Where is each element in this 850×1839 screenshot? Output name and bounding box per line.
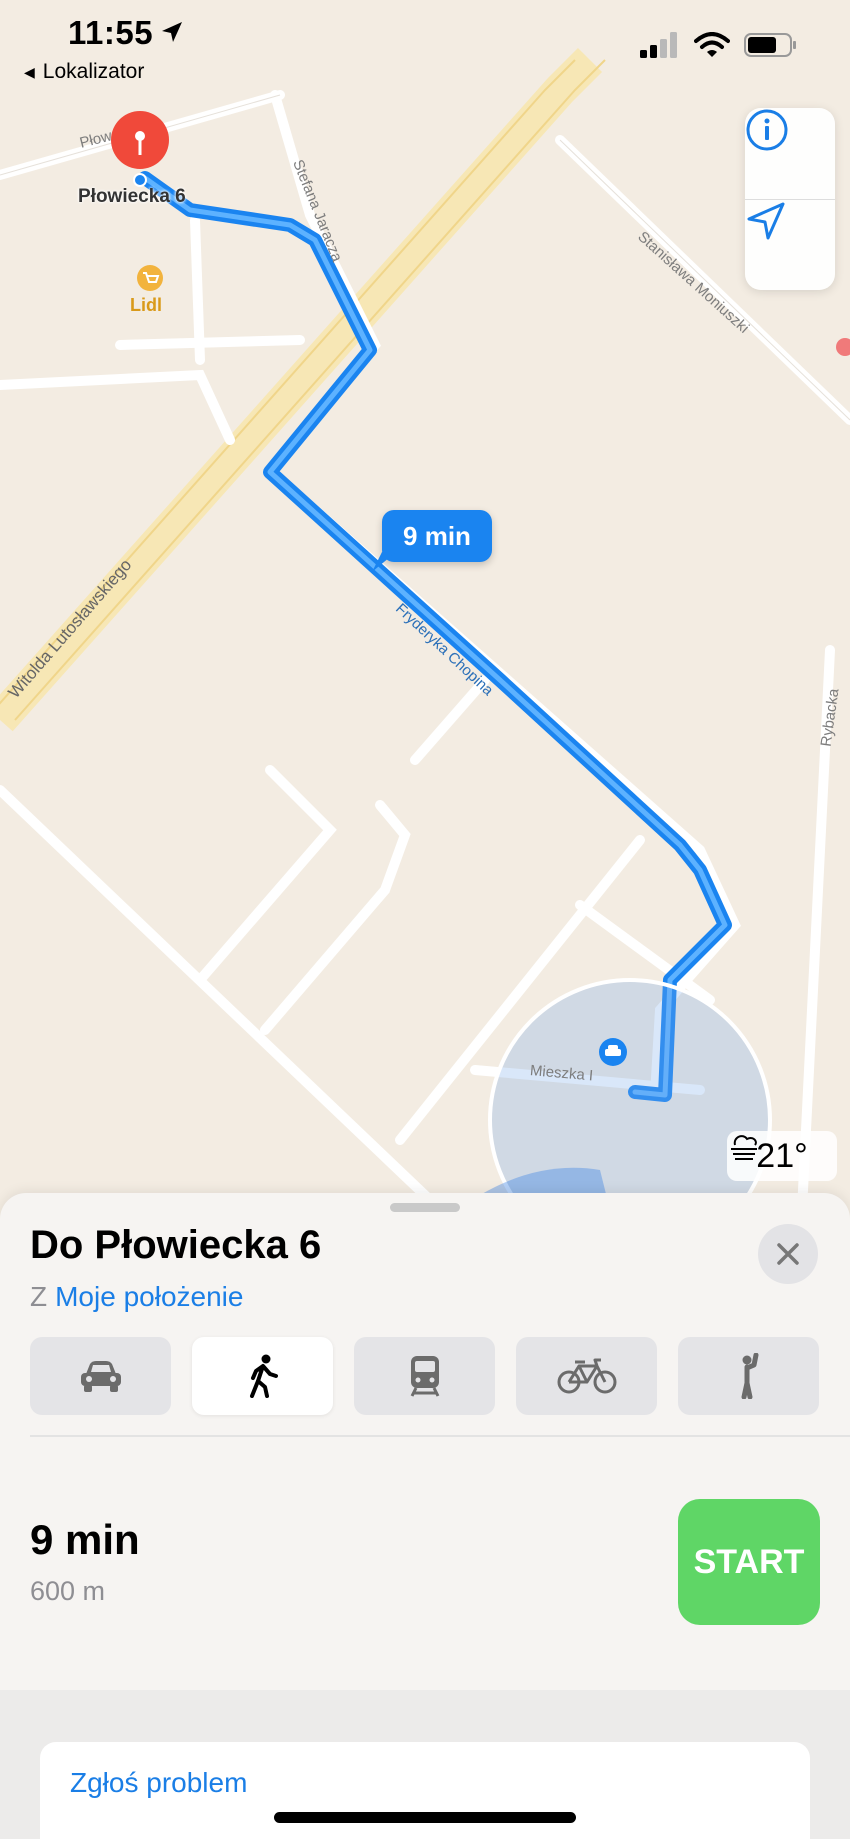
destination-label[interactable]: Płowiecka 6 xyxy=(78,186,186,208)
sheet-grabber[interactable] xyxy=(390,1203,460,1212)
cellular-signal-icon xyxy=(640,32,677,58)
home-indicator[interactable] xyxy=(274,1812,576,1823)
close-icon xyxy=(777,1243,799,1265)
report-problem-card[interactable]: Zgłoś problem xyxy=(40,1742,810,1839)
mode-bike-button[interactable] xyxy=(516,1337,657,1415)
car-poi-icon xyxy=(599,1038,627,1066)
route-duration: 9 min xyxy=(30,1516,140,1563)
back-app-label: Lokalizator xyxy=(42,60,145,83)
map-view[interactable]: Płow Stefana Jaracza Stanisława Moniuszk… xyxy=(0,0,850,1250)
info-icon xyxy=(746,109,788,151)
origin-line: Z Moje położenie xyxy=(30,1281,243,1313)
weather-widget: 21° xyxy=(727,1131,837,1181)
status-time: 11:55 xyxy=(68,14,154,51)
mode-car-button[interactable] xyxy=(30,1337,171,1415)
status-bar: 11:55 ◀ Lokalizator xyxy=(0,0,850,92)
route-distance: 600 m xyxy=(30,1576,106,1606)
poi-label[interactable]: Lidl xyxy=(130,295,162,316)
mode-transit-button[interactable] xyxy=(354,1337,495,1415)
map-controls xyxy=(745,108,835,290)
close-button[interactable] xyxy=(758,1224,818,1284)
sheet-divider xyxy=(30,1435,850,1437)
report-problem-link[interactable]: Zgłoś problem xyxy=(70,1767,247,1799)
fog-cloud-icon xyxy=(731,1135,757,1160)
car-icon xyxy=(80,1361,121,1392)
rideshare-icon xyxy=(741,1353,758,1399)
start-button[interactable]: START xyxy=(678,1499,820,1625)
battery-icon xyxy=(744,33,796,57)
weather-temp: 21° xyxy=(756,1136,808,1175)
eta-bubble-text: 9 min xyxy=(403,520,471,551)
origin-link[interactable]: Moje położenie xyxy=(55,1281,243,1312)
locate-button[interactable] xyxy=(745,200,835,290)
status-icons xyxy=(640,32,798,58)
wifi-icon xyxy=(694,32,730,57)
destination-pin xyxy=(111,111,169,187)
destination-title: Do Płowiecka 6 xyxy=(30,1223,322,1267)
origin-prefix: Z xyxy=(30,1281,48,1312)
poi-edge-icon xyxy=(836,338,850,356)
transport-modes xyxy=(30,1337,819,1415)
bike-icon xyxy=(557,1358,616,1394)
back-to-app-link[interactable]: ◀ Lokalizator xyxy=(24,60,144,84)
eta-bubble-tail xyxy=(372,552,396,572)
location-arrow-icon xyxy=(747,202,785,240)
back-triangle-icon: ◀ xyxy=(24,63,35,80)
eta-bubble[interactable]: 9 min xyxy=(382,510,492,562)
transit-icon xyxy=(410,1356,439,1397)
walk-icon xyxy=(249,1354,278,1398)
info-button[interactable] xyxy=(745,108,835,198)
location-services-icon xyxy=(162,22,182,42)
mode-walk-button[interactable] xyxy=(192,1337,333,1415)
mode-rideshare-button[interactable] xyxy=(678,1337,819,1415)
start-button-label: START xyxy=(693,1542,805,1581)
shopping-cart-icon xyxy=(137,265,163,291)
